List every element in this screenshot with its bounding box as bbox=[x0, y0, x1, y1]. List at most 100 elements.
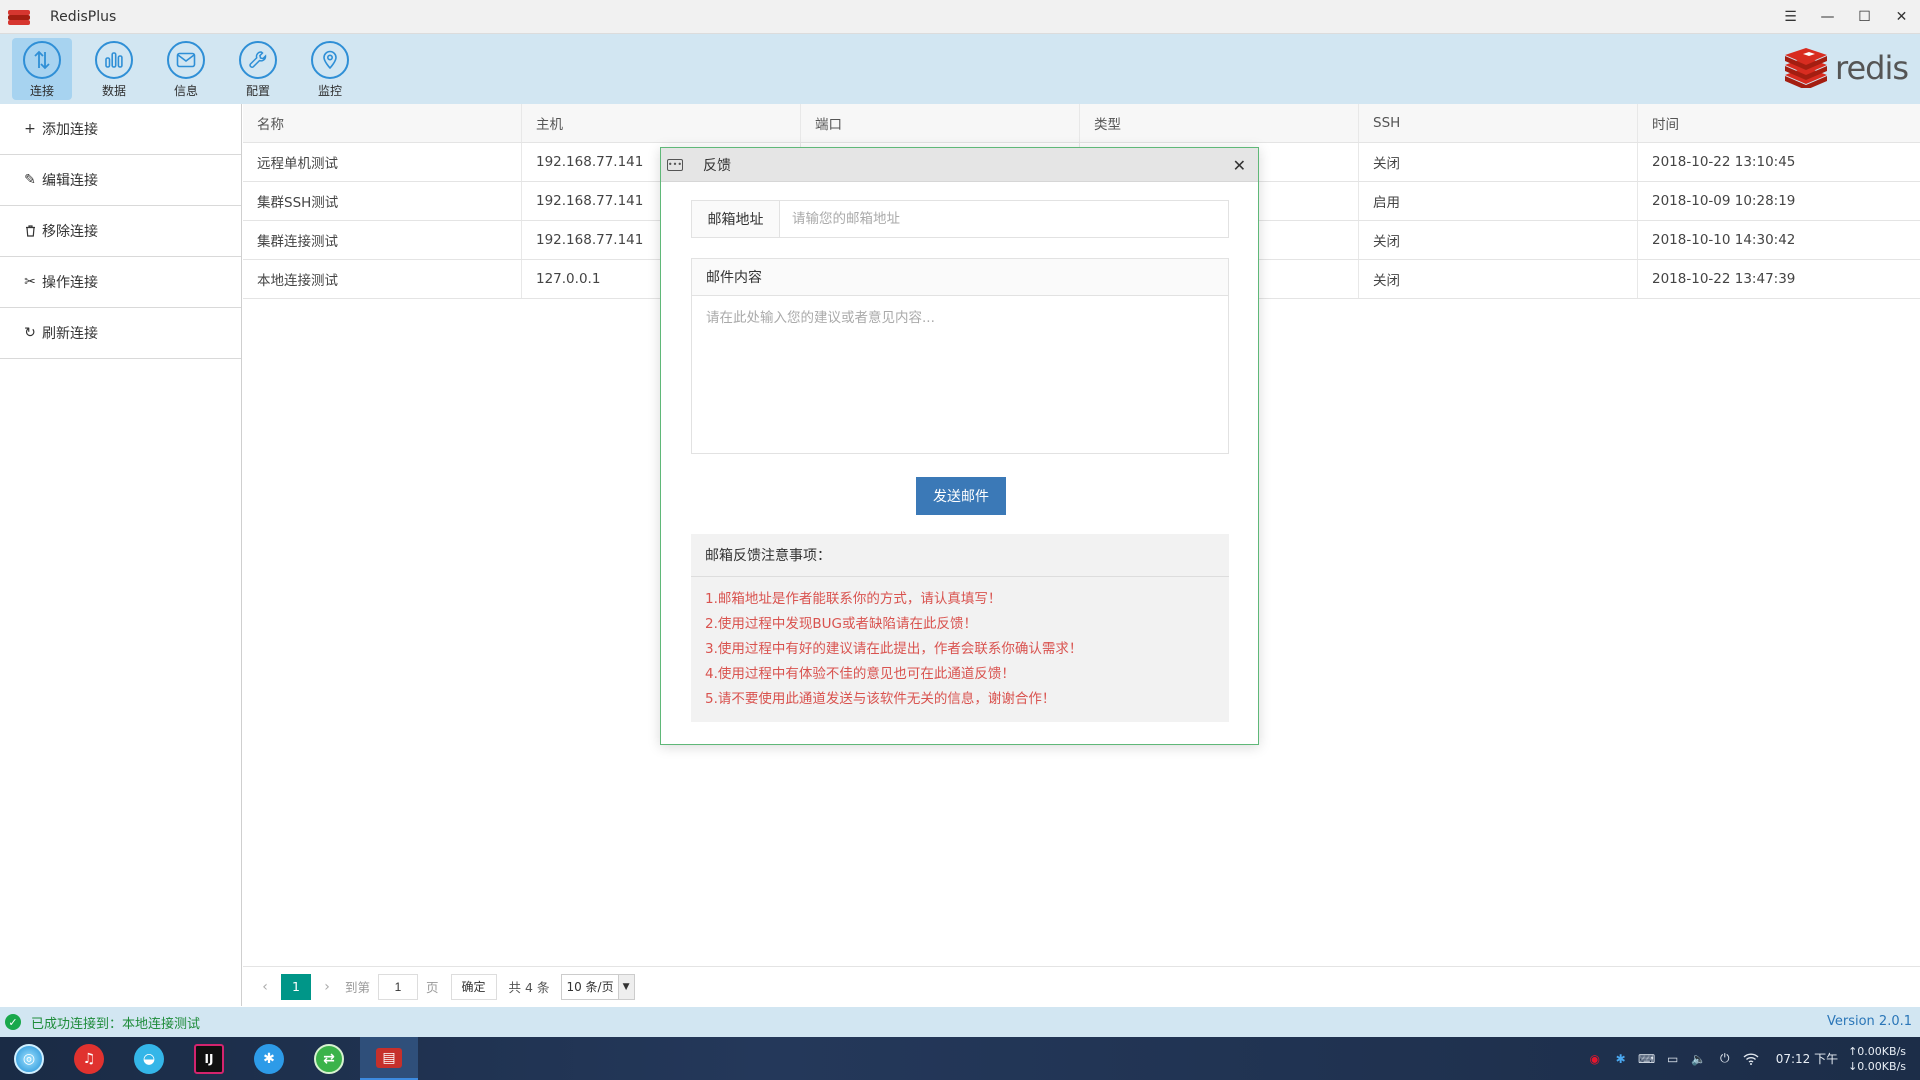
cell-name: 远程单机测试 bbox=[243, 143, 522, 181]
sidebar-item-operate-connection[interactable]: ✂ 操作连接 bbox=[0, 257, 241, 308]
sidebar-item-edit-connection[interactable]: ✎ 编辑连接 bbox=[0, 155, 241, 206]
page-goto-input[interactable] bbox=[378, 973, 419, 1000]
note-item: 1.邮箱地址是作者能联系你的方式，请认真填写！ bbox=[705, 591, 1002, 607]
send-email-button[interactable]: 发送邮件 bbox=[916, 477, 1006, 515]
clock[interactable]: 07:12 下午 bbox=[1776, 1050, 1838, 1067]
cell-time: 2018-10-22 13:47:39 bbox=[1652, 271, 1796, 287]
column-header-host[interactable]: 主机 bbox=[522, 104, 801, 142]
close-icon[interactable]: ✕ bbox=[1883, 0, 1920, 34]
redis-logo-text: redis bbox=[1834, 49, 1909, 87]
redis-logo: redis bbox=[1783, 48, 1909, 88]
cell-ssh: 启用 bbox=[1359, 182, 1638, 220]
keyboard-icon[interactable]: ⌨ bbox=[1638, 1050, 1656, 1068]
mail-content-textarea[interactable] bbox=[692, 296, 1228, 453]
dialog-header[interactable]: ••• 反馈 ✕ bbox=[661, 148, 1258, 182]
status-bar: ✓ 已成功连接到：本地连接测试 Version 2.0.1 bbox=[0, 1007, 1920, 1037]
feedback-dialog: ••• 反馈 ✕ 邮箱地址 邮件内容 发送邮件 邮箱反馈注意事项： 1.邮箱地址… bbox=[660, 147, 1259, 745]
column-header-port[interactable]: 端口 bbox=[801, 104, 1080, 142]
taskbar-browser[interactable]: ◒ bbox=[120, 1037, 178, 1080]
toolbar-data-button[interactable]: 数据 bbox=[84, 38, 144, 100]
page-size-select[interactable]: 10 条/页 ▼ bbox=[561, 973, 635, 1000]
taskbar-network[interactable]: ⇄ bbox=[300, 1037, 358, 1080]
redis-cube-icon bbox=[1784, 48, 1827, 88]
cell-ssh: 关闭 bbox=[1359, 260, 1638, 298]
note-item: 2.使用过程中发现BUG或者缺陷请在此反馈！ bbox=[705, 616, 977, 632]
sidebar-item-refresh-connection[interactable]: ↻ 刷新连接 bbox=[0, 308, 241, 359]
column-header-ssh[interactable]: SSH bbox=[1359, 104, 1638, 142]
net-upload-speed: ↑0.00KB/s bbox=[1848, 1044, 1906, 1058]
title-bar: RedisPlus ☰ — ☐ ✕ bbox=[0, 0, 1920, 34]
app-title: RedisPlus bbox=[50, 8, 117, 25]
column-header-type[interactable]: 类型 bbox=[1080, 104, 1359, 142]
chart-icon bbox=[95, 41, 133, 79]
sidebar: + 添加连接 ✎ 编辑连接 移除连接 ✂ 操作连接 ↻ 刷新连接 bbox=[0, 104, 242, 1006]
appstore-icon: ✱ bbox=[254, 1043, 284, 1074]
sidebar-item-label: 刷新连接 bbox=[42, 326, 98, 342]
table-header: 名称 主机 端口 类型 SSH 时间 bbox=[243, 104, 1920, 143]
cell-name: 集群连接测试 bbox=[243, 221, 522, 259]
taskbar-intellij[interactable]: IJ bbox=[180, 1037, 238, 1080]
toolbar-info-button[interactable]: 信息 bbox=[156, 38, 216, 100]
note-item: 5.请不要使用此通道发送与该软件无关的信息，谢谢合作！ bbox=[705, 691, 1056, 707]
taskbar-appstore[interactable]: ✱ bbox=[240, 1037, 298, 1080]
column-header-time[interactable]: 时间 bbox=[1638, 104, 1920, 142]
refresh-icon: ↻ bbox=[24, 325, 36, 341]
network-speed: ↑0.00KB/s ↓0.00KB/s bbox=[1848, 1044, 1906, 1074]
toolbar-monitor-label: 监控 bbox=[317, 84, 342, 98]
taskbar-launcher[interactable]: ◎ bbox=[0, 1037, 58, 1080]
app-logo-icon bbox=[8, 9, 30, 25]
appstore-tray-icon[interactable]: ✱ bbox=[1612, 1050, 1630, 1068]
taskbar-music[interactable]: ♫ bbox=[60, 1037, 118, 1080]
close-icon[interactable]: ✕ bbox=[1233, 156, 1246, 175]
sidebar-item-remove-connection[interactable]: 移除连接 bbox=[0, 206, 241, 257]
cell-ssh: 关闭 bbox=[1359, 221, 1638, 259]
note-item: 4.使用过程中有体验不佳的意见也可在此通道反馈！ bbox=[705, 666, 1015, 682]
maximize-icon[interactable]: ☐ bbox=[1846, 0, 1883, 34]
mail-icon bbox=[167, 41, 205, 79]
email-field[interactable] bbox=[780, 201, 1228, 237]
check-circle-icon: ✓ bbox=[5, 1014, 21, 1030]
power-icon[interactable]: ⏻ bbox=[1716, 1050, 1734, 1068]
email-label: 邮箱地址 bbox=[692, 201, 780, 237]
toolbar-info-label: 信息 bbox=[173, 84, 198, 98]
toolbar-connect-button[interactable]: 连接 bbox=[12, 38, 72, 100]
sidebar-item-label: 操作连接 bbox=[42, 275, 98, 291]
net-download-speed: ↓0.00KB/s bbox=[1848, 1059, 1906, 1073]
toolbar-monitor-button[interactable]: 监控 bbox=[300, 38, 360, 100]
sidebar-item-label: 添加连接 bbox=[42, 122, 98, 138]
connect-icon bbox=[23, 41, 61, 79]
menu-icon[interactable]: ☰ bbox=[1772, 0, 1809, 34]
notes-title: 邮箱反馈注意事项： bbox=[691, 534, 1229, 577]
email-field-group: 邮箱地址 bbox=[691, 200, 1229, 238]
page-number-current[interactable]: 1 bbox=[281, 973, 311, 1000]
volume-icon[interactable]: 🔈 bbox=[1690, 1050, 1708, 1068]
cell-ssh: 关闭 bbox=[1359, 143, 1638, 181]
sidebar-item-add-connection[interactable]: + 添加连接 bbox=[0, 104, 241, 155]
chevron-left-icon[interactable]: ‹ bbox=[255, 979, 275, 995]
column-header-name[interactable]: 名称 bbox=[243, 104, 522, 142]
browser-icon: ◒ bbox=[134, 1043, 164, 1074]
deepin-launcher-icon: ◎ bbox=[14, 1043, 44, 1074]
chevron-right-icon[interactable]: › bbox=[317, 979, 337, 995]
cell-time: 2018-10-10 14:30:42 bbox=[1652, 232, 1796, 248]
version-label: Version 2.0.1 bbox=[1826, 1014, 1912, 1029]
wrench-icon bbox=[239, 41, 277, 79]
system-taskbar: ◎ ♫ ◒ IJ ✱ ⇄ ▤ ◉ ✱ ⌨ ▭ 🔈 ⏻ 07:12 下午 ↑0.0… bbox=[0, 1037, 1920, 1080]
weibo-icon[interactable]: ◉ bbox=[1586, 1050, 1604, 1068]
music-icon: ♫ bbox=[74, 1043, 104, 1074]
feedback-notes: 邮箱反馈注意事项： 1.邮箱地址是作者能联系你的方式，请认真填写！ 2.使用过程… bbox=[691, 534, 1229, 722]
taskbar-redisplus[interactable]: ▤ bbox=[360, 1037, 418, 1080]
battery-icon[interactable]: ▭ bbox=[1664, 1050, 1682, 1068]
toolbar-config-label: 配置 bbox=[245, 84, 270, 98]
minimize-icon[interactable]: — bbox=[1809, 0, 1846, 34]
mail-content-label: 邮件内容 bbox=[692, 259, 1228, 296]
monitor-icon bbox=[311, 41, 349, 79]
status-message: 已成功连接到：本地连接测试 bbox=[31, 1016, 201, 1032]
network-icon: ⇄ bbox=[314, 1043, 344, 1074]
wifi-icon[interactable] bbox=[1742, 1050, 1760, 1068]
page-confirm-button[interactable]: 确定 bbox=[450, 973, 497, 1000]
toolbar-config-button[interactable]: 配置 bbox=[228, 38, 288, 100]
chevron-down-icon: ▼ bbox=[617, 974, 634, 999]
cell-name: 本地连接测试 bbox=[243, 260, 522, 298]
main-toolbar: 连接 数据 信息 配置 监控 redis bbox=[0, 34, 1920, 104]
